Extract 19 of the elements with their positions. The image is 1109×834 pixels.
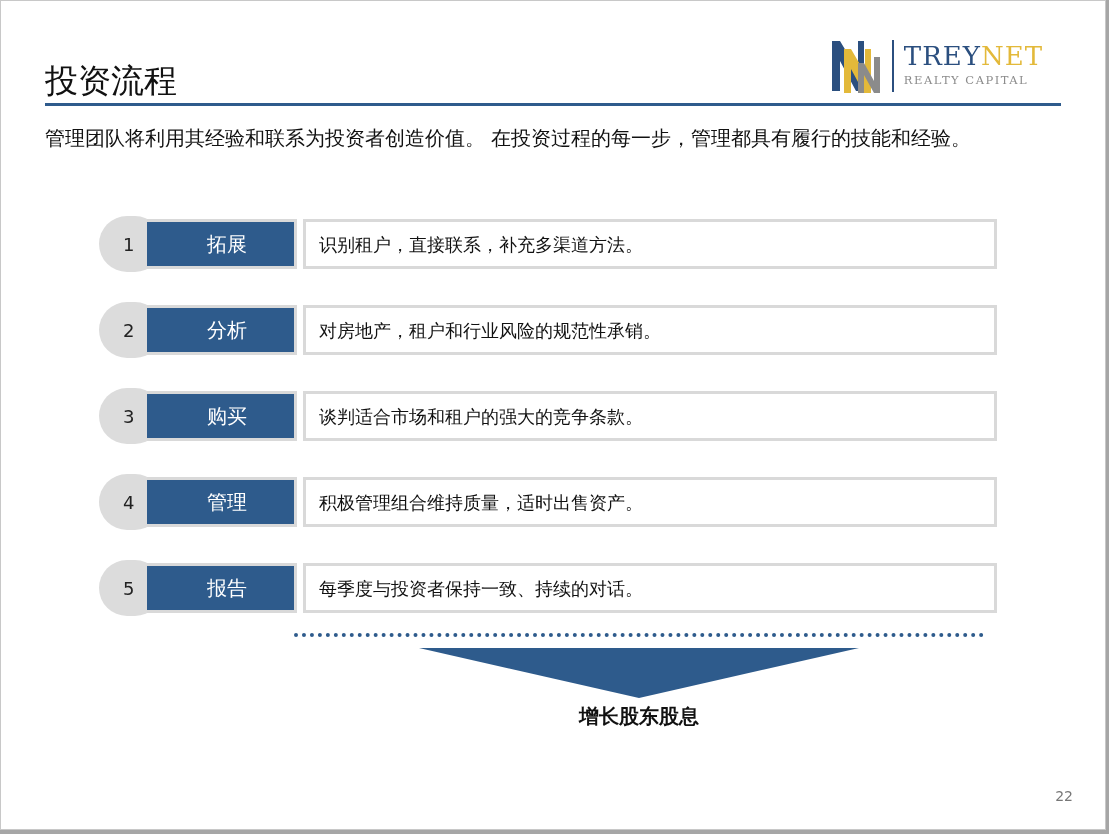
intro-paragraph: 管理团队将利用其经验和联系为投资者创造价值。 在投资过程的每一步，管理都具有履行的技能和经验。 (45, 126, 973, 152)
logo-wordmark: TREY (903, 42, 981, 69)
step-label: 拓展 (147, 219, 297, 269)
step-description: 识别租户，直接联系，补充多渠道方法。 (303, 219, 997, 269)
logo-wordmark-accent: NET (980, 42, 1043, 69)
step-description: 对房地产，租户和行业风险的规范性承销。 (303, 305, 997, 355)
logo-subtitle: REALTY CAPITAL (903, 71, 1029, 89)
downward-arrow-icon (419, 648, 859, 698)
step-description: 谈判适合市场和租户的强大的竞争条款。 (303, 391, 997, 441)
step-description: 积极管理组合维持质量，适时出售资产。 (303, 477, 997, 527)
step-label: 购买 (147, 391, 297, 441)
page-number: 22 (1055, 787, 1073, 806)
step-description: 每季度与投资者保持一致、持续的对话。 (303, 563, 997, 613)
step-label: 管理 (147, 477, 297, 527)
logo-icon (829, 39, 882, 93)
slide-title: 投资流程 (45, 64, 177, 102)
result-label: 增长股东股息 (579, 703, 699, 730)
step-label: 报告 (147, 563, 297, 613)
step-label: 分析 (147, 305, 297, 355)
